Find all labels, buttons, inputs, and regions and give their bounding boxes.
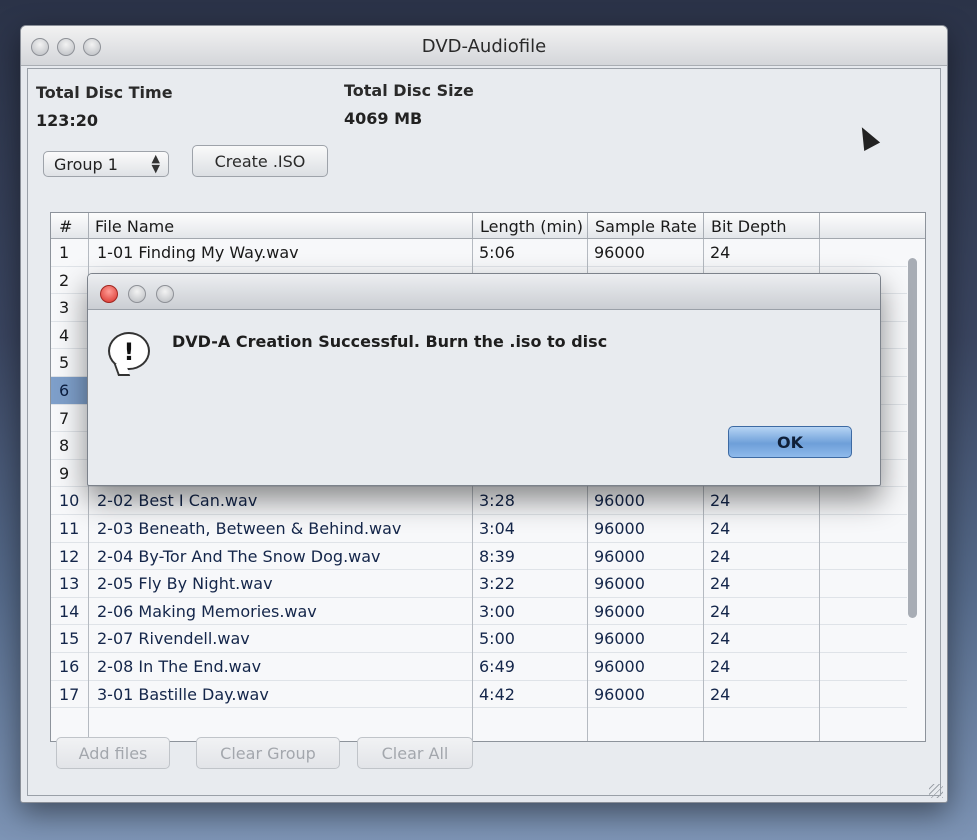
dialog-title-bar[interactable] <box>88 274 880 310</box>
cell-bit-depth: 24 <box>710 546 731 566</box>
add-files-button[interactable]: Add files <box>56 737 170 769</box>
dialog-close-button[interactable] <box>100 285 118 303</box>
cell-sample-rate: 96000 <box>594 546 645 566</box>
cell-length: 6:49 <box>479 657 515 676</box>
create-iso-button[interactable]: Create .ISO <box>192 145 328 177</box>
cell-bit-depth: 24 <box>710 519 731 538</box>
alert-dialog: ! DVD-A Creation Successful. Burn the .i… <box>87 273 881 486</box>
row-number: 2 <box>59 270 70 290</box>
row-number: 17 <box>59 684 80 704</box>
title-bar[interactable]: DVD-Audiofile <box>21 26 947 66</box>
total-size-value: 4069 MB <box>344 109 423 128</box>
row-number: 6 <box>51 377 87 404</box>
cell-file-name: 2-07 Rivendell.wav <box>97 629 250 649</box>
cell-length: 3:28 <box>479 491 515 511</box>
column-divider[interactable] <box>703 213 704 238</box>
header-length[interactable]: Length (min) <box>476 217 583 236</box>
ok-button[interactable]: OK <box>728 426 852 458</box>
table-row[interactable]: 1 1-01 Finding My Way.wav 5:06 96000 24 <box>51 239 907 267</box>
header-bit-depth[interactable]: Bit Depth <box>707 217 787 236</box>
resize-grip-icon[interactable] <box>929 784 943 798</box>
cell-file-name: 2-06 Making Memories.wav <box>97 601 317 621</box>
cell-bit-depth: 24 <box>710 684 731 704</box>
total-size-label: Total Disc Size <box>344 81 474 100</box>
row-number: 7 <box>59 408 70 428</box>
total-time-label: Total Disc Time <box>36 83 173 102</box>
cell-length: 4:42 <box>479 684 515 704</box>
cell-file-name: 2-05 Fly By Night.wav <box>97 574 273 594</box>
row-number: 9 <box>59 463 70 483</box>
row-number: 13 <box>59 574 80 594</box>
header-num[interactable]: # <box>55 217 72 236</box>
cell-bit-depth: 24 <box>710 574 731 594</box>
cell-sample-rate: 96000 <box>594 519 645 538</box>
cell-length: 5:06 <box>479 243 515 262</box>
cell-file-name: 2-08 In The End.wav <box>97 657 262 676</box>
cell-file-name: 2-02 Best I Can.wav <box>97 491 258 511</box>
row-number: 14 <box>59 601 80 621</box>
group-select-value: Group 1 <box>54 155 118 174</box>
dialog-minimize-button[interactable] <box>128 285 146 303</box>
row-number: 16 <box>59 657 80 676</box>
cell-sample-rate: 96000 <box>594 574 645 594</box>
dialog-message: DVD-A Creation Successful. Burn the .iso… <box>172 332 608 351</box>
clear-group-button[interactable]: Clear Group <box>196 737 340 769</box>
row-number: 1 <box>59 243 70 262</box>
row-number: 10 <box>59 491 80 511</box>
row-number: 3 <box>59 298 70 318</box>
table-row[interactable]: 13 2-05 Fly By Night.wav 3:22 96000 24 <box>51 570 907 598</box>
cell-sample-rate: 96000 <box>594 657 645 676</box>
table-header: # File Name Length (min) Sample Rate Bit… <box>51 213 925 239</box>
cell-bit-depth: 24 <box>710 601 731 621</box>
cell-length: 3:22 <box>479 574 515 594</box>
total-time-value: 123:20 <box>36 111 99 130</box>
cell-sample-rate: 96000 <box>594 601 645 621</box>
scrollbar-thumb[interactable] <box>908 258 917 618</box>
header-sample-rate[interactable]: Sample Rate <box>591 217 697 236</box>
cell-file-name: 1-01 Finding My Way.wav <box>97 243 299 262</box>
cell-bit-depth: 24 <box>710 243 731 262</box>
table-row[interactable]: 14 2-06 Making Memories.wav 3:00 96000 24 <box>51 598 907 626</box>
group-select[interactable]: Group 1 ▲ ▼ <box>43 151 169 177</box>
row-number: 4 <box>59 325 70 345</box>
table-row[interactable]: 16 2-08 In The End.wav 6:49 96000 24 <box>51 653 907 681</box>
column-divider[interactable] <box>819 213 820 238</box>
cell-sample-rate: 96000 <box>594 684 645 704</box>
cell-length: 3:04 <box>479 519 515 538</box>
table-row[interactable]: 17 3-01 Bastille Day.wav 4:42 96000 24 <box>51 681 907 709</box>
table-row[interactable]: 12 2-04 By-Tor And The Snow Dog.wav 8:39 96… <box>51 543 907 571</box>
cell-length: 3:00 <box>479 601 515 621</box>
cell-file-name: 2-03 Beneath, Between & Behind.wav <box>97 519 402 538</box>
dialog-zoom-button[interactable] <box>156 285 174 303</box>
table-row[interactable]: 11 2-03 Beneath, Between & Behind.wav 3:04… <box>51 515 907 543</box>
row-number: 12 <box>59 546 80 566</box>
row-number: 11 <box>59 519 80 538</box>
row-number: 8 <box>59 436 70 456</box>
cell-length: 5:00 <box>479 629 515 649</box>
row-number: 15 <box>59 629 80 649</box>
cell-file-name: 3-01 Bastille Day.wav <box>97 684 269 704</box>
cell-file-name: 2-04 By-Tor And The Snow Dog.wav <box>97 546 381 566</box>
table-row[interactable]: 15 2-07 Rivendell.wav 5:00 96000 24 <box>51 625 907 653</box>
column-divider[interactable] <box>88 213 89 238</box>
row-number: 5 <box>59 353 70 373</box>
exclamation-icon: ! <box>108 332 150 370</box>
window-title: DVD-Audiofile <box>421 36 547 57</box>
cell-length: 8:39 <box>479 546 515 566</box>
column-divider[interactable] <box>472 213 473 238</box>
header-file-name[interactable]: File Name <box>91 217 174 236</box>
cell-sample-rate: 96000 <box>594 629 645 649</box>
cell-bit-depth: 24 <box>710 629 731 649</box>
cell-sample-rate: 96000 <box>594 491 645 511</box>
cell-bit-depth: 24 <box>710 657 731 676</box>
select-arrows-icon: ▲ ▼ <box>151 152 160 175</box>
clear-all-button[interactable]: Clear All <box>357 737 473 769</box>
column-divider[interactable] <box>587 213 588 238</box>
cell-bit-depth: 24 <box>710 491 731 511</box>
cell-sample-rate: 96000 <box>594 243 645 262</box>
table-row[interactable]: 10 2-02 Best I Can.wav 3:28 96000 24 <box>51 487 907 515</box>
